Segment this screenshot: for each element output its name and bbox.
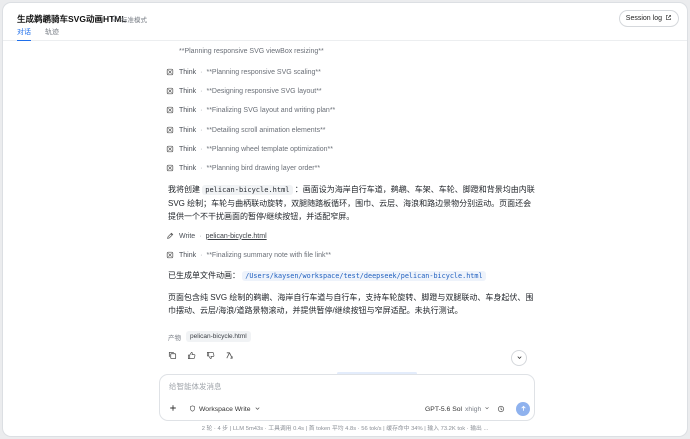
think-step[interactable]: Think · **Planning responsive SVG scalin… bbox=[166, 68, 321, 76]
conversation-panel: **Planning responsive SVG viewBox resizi… bbox=[3, 42, 687, 372]
arrow-up-icon bbox=[520, 405, 527, 414]
write-label: Write bbox=[179, 232, 196, 240]
tab-conversation[interactable]: 对话 bbox=[17, 27, 31, 41]
session-log-button[interactable]: Session log bbox=[618, 10, 679, 27]
history-icon bbox=[497, 405, 505, 415]
think-step[interactable]: Think · **Finalizing SVG layout and writ… bbox=[166, 106, 335, 114]
write-step[interactable]: Write · pelican-bicycle.html bbox=[166, 232, 267, 240]
chevron-down-icon bbox=[484, 405, 490, 413]
brain-icon bbox=[166, 164, 174, 172]
artifact-file-chip[interactable]: pelican-bicycle.html bbox=[186, 331, 251, 342]
effort-label: xhigh bbox=[465, 405, 482, 413]
think-label: Think bbox=[179, 68, 197, 76]
think-step[interactable]: Think · **Planning bird drawing layer or… bbox=[166, 164, 320, 172]
copy-icon[interactable] bbox=[168, 351, 177, 360]
app-window: 生成鹈鹕骑车SVG动画HTML 标准模式 对话 轨迹 Session log *… bbox=[3, 3, 687, 436]
assistant-paragraph: 我将创建 pelican-bicycle.html ：画面设为海岸自行车道，鹈鹕… bbox=[168, 183, 538, 223]
message-actions bbox=[168, 351, 234, 360]
tab-bar: 对话 轨迹 bbox=[17, 27, 59, 41]
think-label: Think bbox=[179, 164, 197, 172]
artifacts-row: 产物 pelican-bicycle.html bbox=[168, 331, 251, 342]
workspace-mode-label: Workspace Write bbox=[199, 406, 251, 413]
branch-icon[interactable] bbox=[225, 351, 234, 360]
think-text: **Planning wheel template optimization** bbox=[206, 145, 333, 153]
thumbs-down-icon[interactable] bbox=[206, 351, 215, 360]
model-label: GPT-5.6 Sol bbox=[425, 405, 463, 413]
composer: Workspace Write GPT-5.6 Sol xhigh bbox=[159, 374, 535, 421]
paragraph-lead: 已生成单文件动画： bbox=[168, 271, 240, 280]
history-button[interactable] bbox=[497, 405, 505, 413]
bell-icon bbox=[111, 15, 118, 24]
send-button[interactable] bbox=[516, 402, 530, 416]
think-text: **Planning responsive SVG scaling** bbox=[206, 68, 321, 76]
brain-icon bbox=[166, 68, 174, 76]
external-link-icon bbox=[665, 14, 672, 23]
shield-icon bbox=[189, 405, 196, 414]
header: 生成鹈鹕骑车SVG动画HTML 标准模式 对话 轨迹 Session log bbox=[3, 3, 687, 41]
brain-icon bbox=[166, 126, 174, 134]
paragraph-body: 页面包含纯 SVG 绘制的鹈鹕、海岸自行车道与自行车，支持车轮旋转、脚蹬与双腿联… bbox=[168, 293, 534, 315]
think-step[interactable]: Think · **Designing responsive SVG layou… bbox=[166, 87, 322, 95]
session-log-label: Session log bbox=[625, 15, 662, 22]
think-step[interactable]: Think · **Planning wheel template optimi… bbox=[166, 145, 333, 153]
think-label: Think bbox=[179, 145, 197, 153]
think-step[interactable]: Think · **Finalizing summary note with f… bbox=[166, 251, 331, 259]
think-text: **Designing responsive SVG layout** bbox=[206, 87, 322, 95]
message-input[interactable] bbox=[169, 382, 469, 391]
think-step[interactable]: Think · **Detailing scroll animation ele… bbox=[166, 126, 326, 134]
assistant-paragraph: 页面包含纯 SVG 绘制的鹈鹕、海岸自行车道与自行车，支持车轮旋转、脚蹬与双腿联… bbox=[168, 291, 538, 317]
think-text: **Finalizing SVG layout and writing plan… bbox=[206, 106, 336, 114]
scroll-to-bottom-button[interactable] bbox=[511, 350, 527, 366]
model-select[interactable]: GPT-5.6 Sol xhigh bbox=[425, 405, 490, 413]
attach-button[interactable] bbox=[168, 404, 178, 414]
inline-code-filename: pelican-bicycle.html bbox=[202, 185, 293, 195]
think-text: **Finalizing summary note with file link… bbox=[206, 251, 331, 259]
chevron-down-icon bbox=[516, 354, 523, 363]
thumbs-up-icon[interactable] bbox=[187, 351, 196, 360]
chevron-down-icon bbox=[254, 405, 261, 414]
brain-icon bbox=[166, 106, 174, 114]
pencil-icon bbox=[166, 232, 174, 240]
think-text: **Detailing scroll animation elements** bbox=[206, 126, 326, 134]
brain-icon bbox=[166, 145, 174, 153]
assistant-paragraph: 已生成单文件动画： /Users/kaysen/workspace/test/d… bbox=[168, 269, 538, 283]
brain-icon bbox=[166, 251, 174, 259]
status-bar: 2 轮 · 4 步 | LLM 5m43s · 工具调用 0.4s | 首 to… bbox=[201, 426, 489, 432]
mode-badge[interactable]: 标准模式 bbox=[111, 14, 147, 24]
think-label: Think bbox=[179, 126, 197, 134]
think-summary: **Planning responsive SVG viewBox resizi… bbox=[179, 48, 324, 55]
file-path-link[interactable]: /Users/kaysen/workspace/test/deepseek/pe… bbox=[242, 271, 486, 281]
think-label: Think bbox=[179, 87, 197, 95]
write-file-link[interactable]: pelican-bicycle.html bbox=[206, 233, 267, 240]
think-label: Think bbox=[179, 106, 197, 114]
mode-label: 标准模式 bbox=[121, 17, 147, 24]
plus-icon bbox=[169, 404, 177, 415]
workspace-mode-select[interactable]: Workspace Write bbox=[189, 405, 261, 414]
think-label: Think bbox=[179, 251, 197, 259]
think-text: **Planning bird drawing layer order** bbox=[206, 164, 321, 172]
tab-trajectory[interactable]: 轨迹 bbox=[45, 27, 59, 41]
paragraph-lead: 我将创建 bbox=[168, 185, 200, 194]
brain-icon bbox=[166, 87, 174, 95]
artifacts-label: 产物 bbox=[168, 334, 181, 342]
